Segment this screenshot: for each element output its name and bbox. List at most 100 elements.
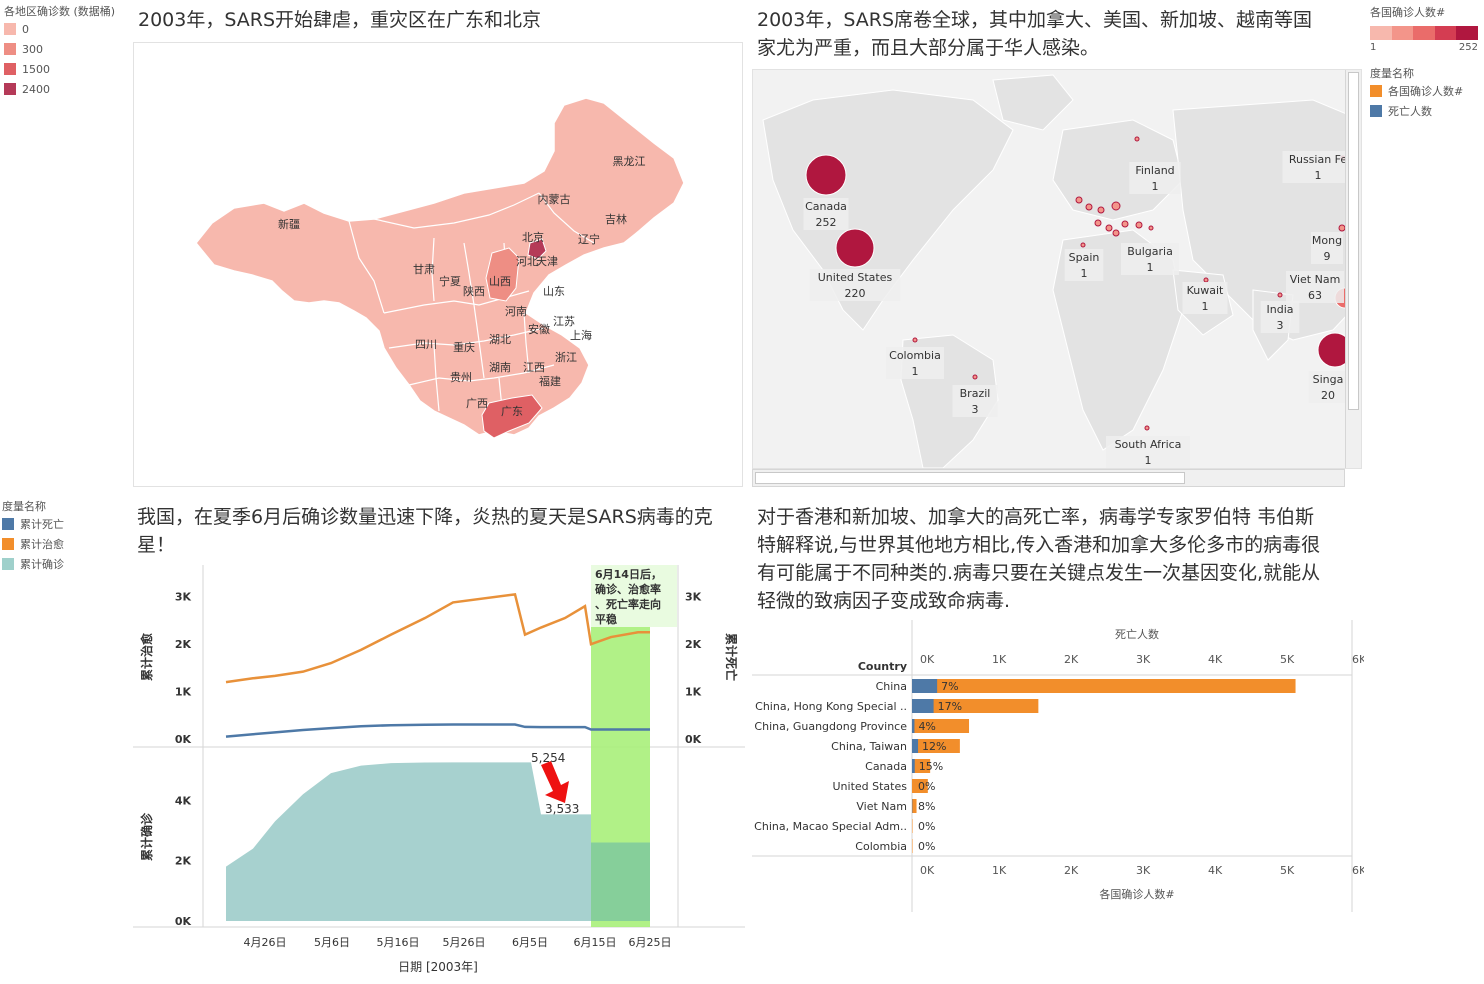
europe-dot-9 xyxy=(1135,221,1143,229)
bar-confirmed[interactable] xyxy=(912,799,917,813)
bar-title-line3: 有可能属于不同种类的.病毒只要在关键点发生一次基因变化,就能从 xyxy=(757,562,1321,584)
trend-legend-swatch xyxy=(2,518,14,530)
bar-deaths[interactable] xyxy=(912,719,915,733)
bar-deaths[interactable] xyxy=(912,679,938,693)
trend-title-line1: 我国，在夏季6月后确诊数量迅速下降，炎热的夏天是SARS病毒的克 xyxy=(137,506,713,528)
bar-confirmed[interactable] xyxy=(912,839,913,853)
bar-deaths[interactable] xyxy=(912,739,919,753)
country-label[interactable]: Spain 1 xyxy=(1064,249,1104,281)
world-map-vscroll[interactable] xyxy=(1345,70,1361,468)
bar-confirmed[interactable] xyxy=(912,679,1296,693)
trend-title-line2: 星！ xyxy=(137,534,176,556)
trend-legend-item[interactable]: 累计确诊 xyxy=(2,554,128,574)
country-value: 1 xyxy=(1081,267,1088,280)
china-legend-swatch xyxy=(4,43,16,55)
country-label[interactable]: United States 220 xyxy=(809,269,901,301)
country-label[interactable]: Viet Nam 63 xyxy=(1286,271,1344,303)
china-legend-item[interactable]: 0 xyxy=(4,19,130,39)
world-map-panel[interactable]: Canada 252 United States 220 Finland 1 Russian… xyxy=(752,69,1362,469)
kuwait-dot xyxy=(1203,277,1209,283)
bar-deaths[interactable] xyxy=(912,759,915,773)
bar-top-tick: 1K xyxy=(992,653,1007,666)
country-name: Bulgaria xyxy=(1127,245,1173,258)
us-bubble xyxy=(835,228,875,268)
world-legend-item[interactable]: 各国确诊人数# xyxy=(1370,81,1482,101)
europe-dot-1 xyxy=(1075,196,1083,204)
world-legend: 各国确诊人数# 1 252 度量名称 各国确诊人数# 死亡人数 xyxy=(1370,4,1482,121)
world-legend-swatch xyxy=(1370,105,1382,117)
country-label[interactable]: India 3 xyxy=(1260,301,1300,333)
series-line-recovered[interactable] xyxy=(225,592,650,684)
bar-rate-label: 0% xyxy=(918,780,935,793)
bar-bottom-tick: 6K xyxy=(1352,864,1364,877)
country-label[interactable]: South Africa 1 xyxy=(1106,436,1190,468)
country-label[interactable]: Russian Fe 1 xyxy=(1282,151,1354,183)
country-label[interactable]: Finland 1 xyxy=(1129,162,1181,194)
trend-measures: 累计死亡累计治愈累计确诊 xyxy=(2,514,128,574)
country-name: United States xyxy=(818,271,893,284)
world-legend-item[interactable]: 死亡人数 xyxy=(1370,101,1482,121)
country-label[interactable]: Canada 252 xyxy=(803,198,849,230)
country-name: Spain xyxy=(1069,251,1100,264)
china-legend-item[interactable]: 1500 xyxy=(4,59,130,79)
country-name: Viet Nam xyxy=(1290,273,1341,286)
bar-top-tick: 3K xyxy=(1136,653,1151,666)
country-label[interactable]: Colombia 1 xyxy=(886,347,944,379)
china-legend-swatch xyxy=(4,63,16,75)
bar-title-line1: 对于香港和新加坡、加拿大的高死亡率，病毒学专家罗伯特 韦伯斯 xyxy=(757,506,1315,528)
x-tick: 6月25日 xyxy=(629,936,672,949)
china-legend-item[interactable]: 2400 xyxy=(4,79,130,99)
europe-dot-3 xyxy=(1097,206,1105,214)
trend-title: 我国，在夏季6月后确诊数量迅速下降，炎热的夏天是SARS病毒的克 星！ xyxy=(137,503,749,559)
world-map[interactable]: Canada252United States220Finland1Russian… xyxy=(753,70,1361,468)
province-label: 四川 xyxy=(415,338,437,351)
finland-dot xyxy=(1134,136,1140,142)
province-label: 浙江 xyxy=(555,351,577,364)
bar-category-label: China, Macao Special Adm.. xyxy=(754,820,907,833)
trend-legend-item[interactable]: 累计死亡 xyxy=(2,514,128,534)
spain-dot xyxy=(1080,242,1086,248)
country-label[interactable]: Bulgaria 1 xyxy=(1121,243,1179,275)
bar-top-tick: 4K xyxy=(1208,653,1223,666)
bar-chart-panel[interactable]: 死亡人数 各国确诊人数# Country 0K 0K 1K 1K 2K 2K 3K 3K 4K 4… xyxy=(752,620,1367,912)
world-legend-min: 1 xyxy=(1370,42,1377,53)
bar-title-line4: 轻微的致病因子变成致命病毒. xyxy=(757,590,1011,612)
confirmed-area[interactable] xyxy=(226,762,650,921)
country-label[interactable]: Mong 9 xyxy=(1311,232,1343,264)
country-name: Finland xyxy=(1135,164,1174,177)
x-tick: 6月15日 xyxy=(574,936,617,949)
country-name: Kuwait xyxy=(1187,284,1224,297)
country-label[interactable]: Kuwait 1 xyxy=(1182,282,1228,314)
europe-dot-2 xyxy=(1085,203,1093,211)
bar-bottom-tick: 5K xyxy=(1280,864,1295,877)
annotation-line: 、死亡率走向 xyxy=(595,597,661,611)
world-map-hscroll-thumb[interactable] xyxy=(755,472,1185,484)
trend-legend-label: 累计确诊 xyxy=(20,558,64,571)
bar-category-label: Canada xyxy=(865,760,907,773)
trend-chart[interactable]: 3K 2K 1K 0K 3K 2K 1K 0K 4K 2K 0K 4月26日 5月6日 5月16日 5月26… xyxy=(133,565,745,981)
trend-chart-panel[interactable]: 3K 2K 1K 0K 3K 2K 1K 0K 4K 2K 0K 4月26日 5月6日 5月16日 5月26… xyxy=(133,565,745,981)
country-label[interactable]: Singa 20 xyxy=(1308,371,1348,403)
bar-category-label: China, Guangdong Province xyxy=(754,720,907,733)
bar-rate-label: 0% xyxy=(918,820,935,833)
world-map-vscroll-thumb[interactable] xyxy=(1348,72,1359,410)
china-map-panel[interactable]: 新疆 内蒙古 黑龙江 吉林 辽宁 北京 天津 河北 山西 甘肃 宁夏 陕西 山东 河南 江苏 安徽 上海 四川 重庆… xyxy=(133,42,743,487)
series-line-deaths[interactable] xyxy=(225,723,650,738)
bar-chart[interactable]: 死亡人数 各国确诊人数# Country 0K 0K 1K 1K 2K 2K 3K 3K 4K 4… xyxy=(752,620,1367,912)
bar-deaths[interactable] xyxy=(912,699,934,713)
china-map[interactable]: 新疆 内蒙古 黑龙江吉林辽宁 北京天津河北山西 甘肃宁夏陕西 山东河南江苏安徽 上海四川 重庆… xyxy=(134,43,742,486)
trend-legend-item[interactable]: 累计治愈 xyxy=(2,534,128,554)
bar-confirmed[interactable] xyxy=(912,819,913,833)
country-label[interactable]: Brazil 3 xyxy=(952,385,998,417)
bar-category-label: China, Hong Kong Special .. xyxy=(755,700,907,713)
china-legend-label: 300 xyxy=(22,42,43,56)
brazil-dot xyxy=(972,374,978,380)
bar-rate-label: 17% xyxy=(938,700,962,713)
province-label: 江苏 xyxy=(553,315,575,328)
bar-rate-label: 15% xyxy=(919,760,943,773)
trend-legend-label: 累计治愈 xyxy=(20,538,64,551)
upper-right-tick: 3K xyxy=(685,591,702,604)
world-map-hscroll[interactable] xyxy=(752,469,1345,487)
china-legend-item[interactable]: 300 xyxy=(4,39,130,59)
bar-bottom-tick: 0K xyxy=(920,864,935,877)
